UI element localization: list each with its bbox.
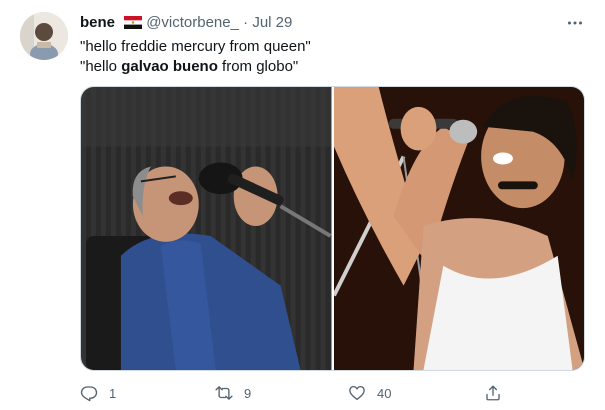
tweet-line-2-start: "hello (80, 58, 122, 75)
more-icon[interactable] (565, 13, 585, 33)
tweet-line-1: "hello freddie mercury from queen" (80, 37, 311, 57)
egypt-flag-icon (124, 15, 143, 35)
heart-icon (349, 385, 365, 401)
tweet-text: "hello freddie mercury from queen" "hell… (80, 37, 311, 77)
avatar[interactable] (20, 12, 68, 60)
action-bar: 1 9 40 (80, 381, 585, 405)
reply-count: 1 (109, 385, 117, 401)
like-count: 40 (377, 385, 392, 401)
separator-dot: · (243, 14, 249, 31)
tweet[interactable]: bene @victorbene_ · Jul 29 "hello freddi… (0, 0, 605, 410)
freddie-mercury-photo[interactable] (333, 87, 584, 370)
share-button[interactable] (484, 381, 513, 405)
galvao-bueno-photo[interactable] (81, 87, 332, 370)
avatar-image (20, 12, 68, 60)
retweet-icon (215, 386, 233, 400)
tweet-line-2-bold: galvao bueno (121, 58, 218, 75)
share-icon (486, 385, 500, 401)
tweet-line-2-end: from globo" (217, 58, 299, 75)
author-name[interactable]: bene (80, 14, 115, 31)
retweet-button[interactable]: 9 (215, 381, 251, 405)
reply-button[interactable]: 1 (80, 381, 116, 405)
tweet-header: bene @victorbene_ · Jul 29 (80, 13, 585, 33)
retweet-count: 9 (244, 385, 252, 401)
author-handle[interactable]: @victorbene_ (146, 14, 239, 31)
tweet-line-1-text: "hello freddie mercury from queen" (80, 38, 311, 55)
tweet-line-2: "hello galvao bueno from globo" (80, 57, 311, 77)
media-grid[interactable] (80, 86, 585, 371)
reply-icon (80, 386, 98, 402)
tweet-date[interactable]: Jul 29 (252, 14, 292, 31)
like-button[interactable]: 40 (348, 381, 391, 405)
